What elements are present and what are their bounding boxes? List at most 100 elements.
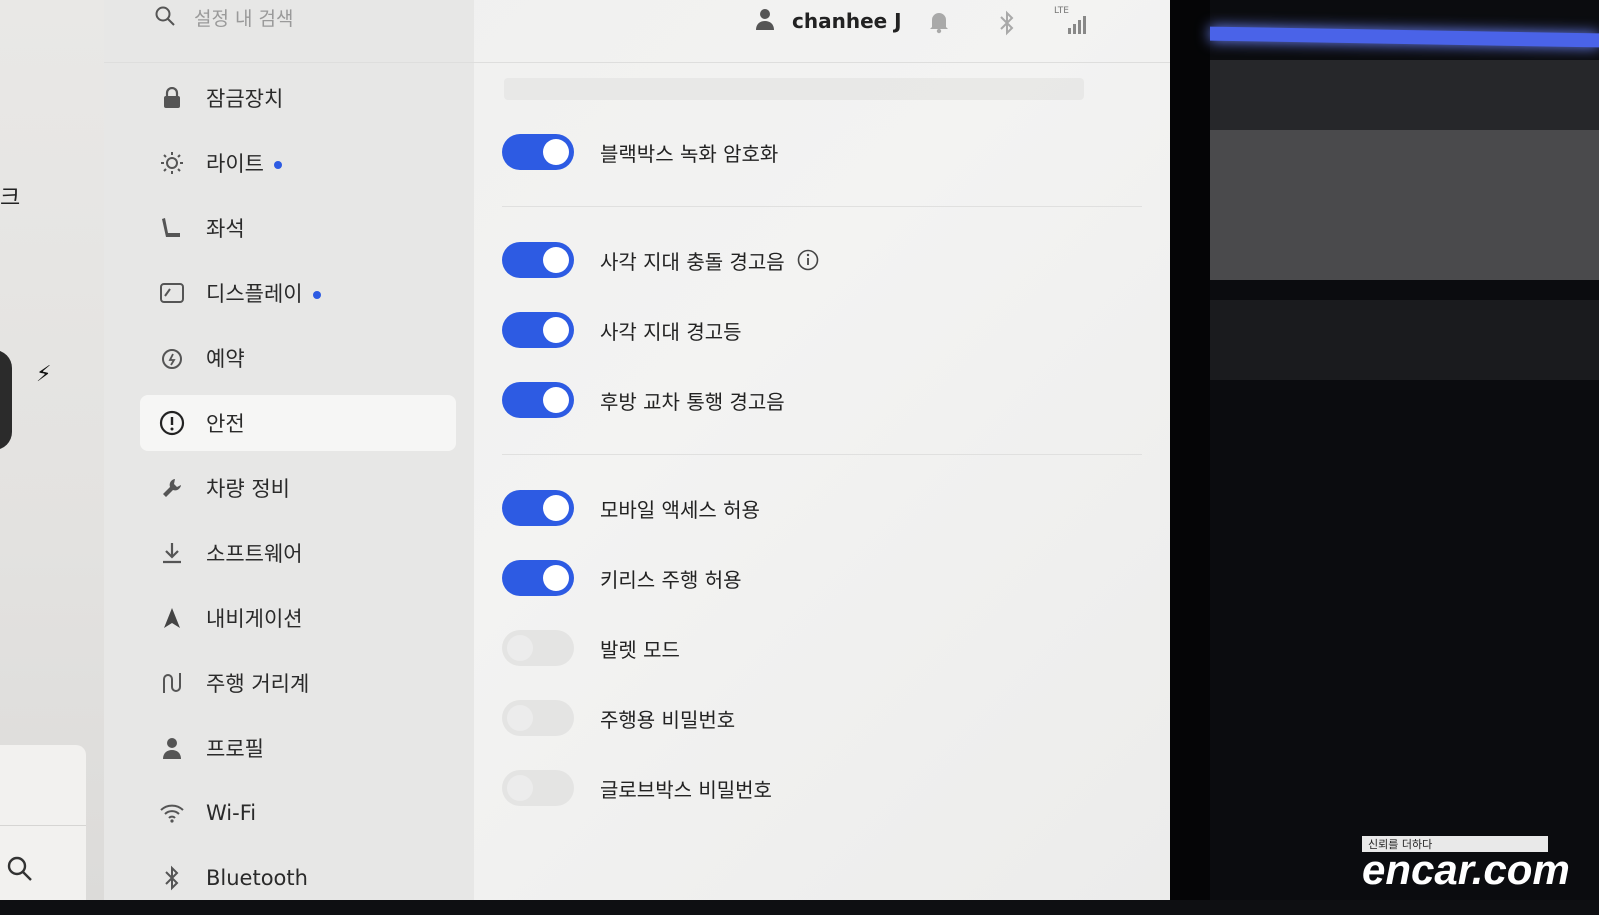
- setting-label: 발렛 모드: [600, 637, 680, 662]
- setting-glovebox-pin: 글로브박스 비밀번호: [502, 770, 772, 806]
- search-icon: [154, 5, 176, 31]
- screen-bezel: [1170, 0, 1210, 900]
- setting-label: 글로브박스 비밀번호: [600, 777, 772, 802]
- person-icon: [754, 6, 780, 36]
- bluetooth-icon: [158, 864, 186, 892]
- mobile-access-toggle[interactable]: [502, 490, 574, 526]
- info-icon[interactable]: [797, 249, 819, 271]
- sidebar-item-label: 내비게이션: [206, 607, 303, 631]
- navigation-icon: [158, 604, 186, 632]
- toggle-knob: [507, 775, 533, 801]
- sidebar-nav: 잠금장치 라이트 좌석 디스플레이 예약 안전 차량 정비 소프트웨어 내비게이…: [140, 70, 456, 915]
- sidebar-item-label: 프로필: [206, 737, 264, 761]
- blurred-header: [504, 78, 1084, 100]
- bell-icon[interactable]: [928, 10, 950, 38]
- search-placeholder: 설정 내 검색: [194, 8, 294, 30]
- toggle-knob: [543, 139, 569, 165]
- setting-blindspot-light: 사각 지대 경고등: [502, 312, 742, 348]
- sidebar-item-bluetooth[interactable]: Bluetooth: [140, 850, 456, 906]
- setting-rear-cross-traffic: 후방 교차 통행 경고음: [502, 382, 785, 418]
- car-image: [0, 350, 12, 450]
- seat-icon: [158, 214, 186, 242]
- download-icon: [158, 539, 186, 567]
- ambient-light-strip: [1210, 26, 1599, 48]
- sidebar-item-navigation[interactable]: 내비게이션: [140, 590, 456, 646]
- setting-label: 모바일 액세스 허용: [600, 497, 760, 522]
- blindspot-light-toggle[interactable]: [502, 312, 574, 348]
- sidebar-item-lights[interactable]: 라이트: [140, 135, 456, 191]
- setting-pin-to-drive: 주행용 비밀번호: [502, 700, 735, 736]
- wrench-icon: [158, 474, 186, 502]
- dashboard-background: [1170, 0, 1599, 900]
- sidebar-item-trips[interactable]: 주행 거리계: [140, 655, 456, 711]
- sidebar-item-profile[interactable]: 프로필: [140, 720, 456, 776]
- sidebar-item-seats[interactable]: 좌석: [140, 200, 456, 256]
- rear-cross-traffic-toggle[interactable]: [502, 382, 574, 418]
- sidebar-item-locks[interactable]: 잠금장치: [140, 70, 456, 126]
- setting-label: 키리스 주행 허용: [600, 567, 742, 592]
- dash-fabric: [1210, 130, 1599, 280]
- bluetooth-icon[interactable]: [998, 10, 1016, 40]
- sidebar-item-label: 차량 정비: [206, 477, 290, 501]
- setting-label: 주행용 비밀번호: [600, 707, 736, 732]
- valet-mode-toggle[interactable]: [502, 630, 574, 666]
- keyless-drive-toggle[interactable]: [502, 560, 574, 596]
- left-card: [0, 745, 86, 900]
- person-icon: [158, 734, 186, 762]
- cut-off-text: 크: [0, 186, 21, 211]
- settings-screen: 설정 내 검색 chanhee J LTE 잠금장치 라이트 좌석 디스플레이 …: [104, 0, 1170, 900]
- sidebar-item-label: 잠금장치: [206, 87, 284, 111]
- toggle-knob: [507, 705, 533, 731]
- setting-label: 블랙박스 녹화 암호화: [600, 141, 779, 166]
- user-name: chanhee J: [792, 9, 902, 33]
- watermark-logo: encar.com: [1362, 846, 1570, 893]
- lock-icon: [158, 84, 186, 112]
- search-icon[interactable]: [6, 855, 34, 883]
- notification-dot: [273, 161, 282, 169]
- sidebar-item-label: 좌석: [206, 217, 245, 241]
- dashcam-encrypt-toggle[interactable]: [502, 134, 574, 170]
- sidebar-item-label: 디스플레이: [206, 282, 303, 306]
- sidebar-item-label: 예약: [206, 347, 245, 371]
- wifi-icon: [158, 799, 186, 827]
- sidebar-item-safety[interactable]: 안전: [140, 395, 456, 451]
- blindspot-chime-toggle[interactable]: [502, 242, 574, 278]
- toggle-knob: [507, 635, 533, 661]
- sidebar-item-wifi[interactable]: Wi-Fi: [140, 785, 456, 841]
- setting-keyless-drive: 키리스 주행 허용: [502, 560, 742, 596]
- notification-dot: [312, 291, 321, 299]
- charging-bolt-icon: ⚡: [36, 362, 52, 387]
- alarm-clock-icon: [158, 344, 186, 372]
- glovebox-pin-toggle[interactable]: [502, 770, 574, 806]
- user-profile[interactable]: chanhee J: [754, 6, 902, 36]
- dash-vent: [1210, 300, 1599, 380]
- setting-mobile-access: 모바일 액세스 허용: [502, 490, 760, 526]
- sidebar-item-label: 안전: [206, 412, 245, 436]
- sidebar-item-label: Bluetooth: [206, 866, 308, 890]
- sidebar-item-display[interactable]: 디스플레이: [140, 265, 456, 321]
- top-bar: 설정 내 검색 chanhee J LTE: [104, 0, 1170, 63]
- settings-search[interactable]: 설정 내 검색: [154, 4, 293, 31]
- sidebar-item-label: Wi-Fi: [206, 801, 257, 825]
- sidebar-item-label: 라이트: [206, 152, 264, 176]
- toggle-knob: [543, 387, 569, 413]
- topbar-divider: [104, 62, 1170, 63]
- sidebar-item-service[interactable]: 차량 정비: [140, 460, 456, 516]
- toggle-knob: [543, 247, 569, 273]
- sidebar-item-software[interactable]: 소프트웨어: [140, 525, 456, 581]
- sidebar-item-schedule[interactable]: 예약: [140, 330, 456, 386]
- trip-icon: [158, 669, 186, 697]
- toggle-knob: [543, 495, 569, 521]
- pin-to-drive-toggle[interactable]: [502, 700, 574, 736]
- dash-trim: [1210, 60, 1599, 130]
- toggle-knob: [543, 317, 569, 343]
- setting-blindspot-chime: 사각 지대 충돌 경고음: [502, 242, 819, 278]
- setting-label: 후방 교차 통행 경고음: [600, 389, 785, 414]
- sun-icon: [158, 149, 186, 177]
- section-divider: [502, 454, 1142, 455]
- section-divider: [502, 206, 1142, 207]
- setting-label: 사각 지대 충돌 경고음: [600, 249, 785, 274]
- setting-label: 사각 지대 경고등: [600, 319, 742, 344]
- card-divider: [0, 825, 86, 826]
- car-view-panel: 크 ⚡: [0, 0, 104, 900]
